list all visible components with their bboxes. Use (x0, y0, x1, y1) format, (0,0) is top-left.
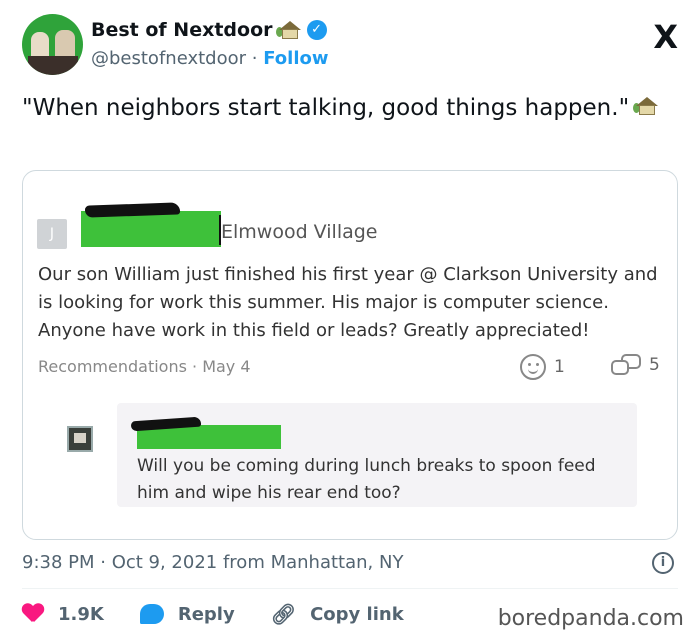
tweet-text-content: "When neighbors start talking, good thin… (22, 95, 630, 121)
post-location: Elmwood Village (221, 221, 378, 243)
smiley-icon (520, 354, 546, 380)
divider (22, 588, 678, 589)
handle-separator: · (251, 48, 258, 69)
account-name[interactable]: Best of Nextdoor (91, 19, 273, 41)
house-emoji-icon (633, 97, 659, 115)
tweet-text: "When neighbors start talking, good thin… (22, 92, 662, 124)
commenter-avatar (67, 426, 93, 452)
info-icon[interactable]: i (652, 552, 674, 574)
account-handle[interactable]: @bestofnextdoor (91, 48, 246, 69)
reactions: 1 (520, 354, 565, 380)
link-icon: 🔗︎ (270, 602, 297, 626)
copy-link-button[interactable]: 🔗︎ Copy link (271, 602, 404, 626)
handle-row: @bestofnextdoor · Follow (91, 48, 329, 69)
comments-count: 5 (649, 355, 660, 375)
comments: 5 (611, 354, 660, 376)
copy-link-label: Copy link (310, 603, 404, 625)
house-emoji-icon (275, 21, 301, 39)
tweet-timestamp[interactable]: 9:38 PM · Oct 9, 2021 from Manhattan, NY (22, 552, 403, 573)
name-row: Best of Nextdoor ✓ (91, 19, 327, 41)
post-meta: Recommendations · May 4 (38, 357, 251, 376)
nextdoor-post-image[interactable]: J Elmwood Village Our son William just f… (22, 170, 678, 540)
watermark: boredpanda.com (497, 606, 684, 631)
reactions-count: 1 (554, 357, 565, 377)
x-logo-icon[interactable]: X (653, 18, 678, 56)
like-button[interactable]: 1.9K (22, 604, 104, 625)
action-bar: 1.9K Reply 🔗︎ Copy link (22, 602, 440, 626)
comment-box: Will you be coming during lunch breaks t… (117, 403, 637, 507)
tweet-header: Best of Nextdoor ✓ @bestofnextdoor · Fol… (22, 14, 678, 78)
comment-bubbles-icon (611, 354, 641, 376)
reply-label: Reply (177, 603, 235, 625)
post-author-avatar: J (37, 219, 67, 249)
follow-button[interactable]: Follow (263, 48, 328, 69)
verified-badge-icon: ✓ (306, 20, 327, 40)
account-avatar[interactable] (22, 14, 83, 75)
post-body: Our son William just finished his first … (38, 264, 658, 341)
heart-icon (22, 604, 44, 624)
comment-text: Will you be coming during lunch breaks t… (137, 456, 596, 503)
like-count: 1.9K (58, 603, 104, 625)
reply-bubble-icon (139, 604, 164, 624)
reply-button[interactable]: Reply (139, 603, 235, 625)
